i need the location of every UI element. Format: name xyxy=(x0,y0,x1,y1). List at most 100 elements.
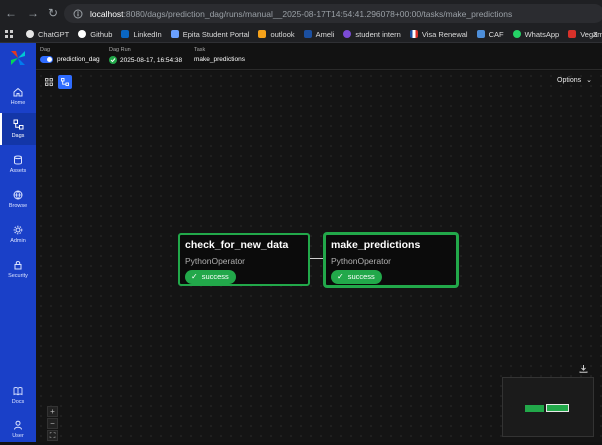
task-node-check-for-new-data[interactable]: check_for_new_data PythonOperator ✓ succe… xyxy=(178,233,310,286)
url-path: :8080/dags/prediction_dag/runs/manual__2… xyxy=(123,8,513,19)
outlook-icon xyxy=(258,30,267,38)
check-icon: ✓ xyxy=(191,272,198,281)
sidebar-item-home[interactable]: Home xyxy=(0,80,36,112)
sidebar-item-admin[interactable]: Admin xyxy=(0,218,36,250)
dag-run-label: Dag Run xyxy=(109,47,131,53)
bookmark-label: ChatGPT xyxy=(38,29,70,39)
github-icon xyxy=(78,30,87,38)
zoom-controls: + − ⛶ xyxy=(47,406,58,442)
bookmark-label: Github xyxy=(90,29,113,39)
airflow-logo-icon[interactable] xyxy=(9,49,27,67)
success-check-icon xyxy=(109,56,117,64)
bookmark-label: Vegamoveis xyxy=(580,29,602,39)
assets-icon xyxy=(14,155,22,164)
dag-link[interactable]: prediction_dag xyxy=(57,56,100,63)
dag-pause-toggle[interactable] xyxy=(40,56,53,63)
fit-view-button[interactable]: ⛶ xyxy=(47,430,58,441)
url-host: localhost xyxy=(90,8,124,19)
ameli-icon xyxy=(303,30,312,38)
forward-icon[interactable]: → xyxy=(24,4,42,22)
bookmark-label: Epita Student Portal xyxy=(182,29,250,39)
student-intern-icon xyxy=(343,30,352,38)
sidebar-item-label: Dags xyxy=(11,133,25,139)
status-badge: ✓ success xyxy=(331,269,382,284)
caf-icon xyxy=(476,30,485,38)
status-badge-label: success xyxy=(201,272,229,281)
task-node-operator: PythonOperator xyxy=(331,256,392,266)
sidebar-item-label: Home xyxy=(10,99,26,106)
vegamoveis-icon xyxy=(568,30,577,38)
task-node-make-predictions[interactable]: make_predictions PythonOperator ✓ success xyxy=(324,233,458,287)
bookmarks-bar: ChatGPT Github LinkedIn Epita Student Po… xyxy=(0,26,602,43)
graph-view-icon[interactable] xyxy=(58,75,72,89)
sidebar: Home Dags Assets Browse Admin Security D… xyxy=(0,43,36,442)
bookmark-ameli[interactable]: Ameli xyxy=(303,29,335,39)
address-bar[interactable]: localhost:8080/dags/prediction_dag/runs/… xyxy=(64,4,602,23)
breadcrumb-dag: Dag prediction_dag xyxy=(40,47,100,63)
bookmark-label: outlook xyxy=(270,29,295,39)
sidebar-item-label: User xyxy=(12,432,24,439)
book-icon xyxy=(13,386,23,395)
sidebar-item-security[interactable]: Security xyxy=(0,253,36,285)
bookmark-label: LinkedIn xyxy=(133,29,162,39)
sidebar-item-label: Assets xyxy=(9,167,27,174)
bookmark-whatsapp[interactable]: WhatsApp xyxy=(512,29,560,39)
grid-view-icon[interactable] xyxy=(42,75,56,89)
linkedin-icon xyxy=(121,30,130,38)
bookmark-visa[interactable]: Visa Renewal xyxy=(409,30,468,39)
gear-icon xyxy=(13,225,23,234)
user-icon xyxy=(14,420,22,430)
sidebar-item-label: Admin xyxy=(10,237,26,244)
status-badge: ✓ success xyxy=(185,269,236,284)
options-dropdown[interactable]: Options ⌄ xyxy=(557,76,592,85)
zoom-in-button[interactable]: + xyxy=(47,406,58,417)
bookmark-caf[interactable]: CAF xyxy=(476,29,504,39)
breadcrumb-task: Task make_predictions xyxy=(194,47,245,63)
site-info-icon[interactable] xyxy=(72,8,84,20)
dags-icon xyxy=(13,119,23,130)
bookmark-overflow[interactable]: Z xyxy=(593,30,598,39)
back-icon[interactable]: ← xyxy=(2,4,20,22)
bookmark-outlook[interactable]: outlook xyxy=(258,29,295,39)
task-header: Dag prediction_dag Dag Run 2025-08-17, 1… xyxy=(36,43,602,70)
chevron-down-icon: ⌄ xyxy=(586,77,592,84)
sidebar-item-label: Browse xyxy=(8,202,28,209)
sidebar-item-assets[interactable]: Assets xyxy=(0,148,36,180)
whatsapp-icon xyxy=(512,30,521,38)
bookmark-label: Ameli xyxy=(315,29,335,39)
graph-minimap[interactable] xyxy=(502,377,594,437)
download-icon[interactable] xyxy=(579,364,588,375)
reload-icon[interactable]: ↻ xyxy=(44,4,62,22)
browse-icon xyxy=(13,190,23,200)
bookmark-linkedin[interactable]: LinkedIn xyxy=(121,29,162,39)
options-label: Options xyxy=(557,76,582,84)
status-badge-label: success xyxy=(347,272,375,281)
bookmark-label: student intern xyxy=(355,29,401,39)
sidebar-item-docs[interactable]: Docs xyxy=(0,379,36,411)
bookmark-label: CAF xyxy=(488,29,504,39)
graph-canvas[interactable]: Options ⌄ check_for_new_data PythonOpera… xyxy=(36,71,602,442)
sidebar-item-browse[interactable]: Browse xyxy=(0,183,36,215)
lock-icon xyxy=(14,260,22,269)
bookmark-label: Z xyxy=(593,29,598,39)
zoom-out-button[interactable]: − xyxy=(47,418,58,429)
epita-icon xyxy=(170,30,179,38)
bookmark-github[interactable]: Github xyxy=(78,30,112,39)
sidebar-item-label: Security xyxy=(8,272,28,279)
task-link[interactable]: make_predictions xyxy=(194,56,245,63)
dependency-edge xyxy=(310,258,325,259)
dag-run-link[interactable]: 2025-08-17, 16:54:38 xyxy=(120,57,182,64)
sidebar-item-user[interactable]: User xyxy=(0,413,36,445)
apps-icon[interactable] xyxy=(5,29,14,39)
bookmark-label: WhatsApp xyxy=(524,29,560,39)
bookmark-epita[interactable]: Epita Student Portal xyxy=(170,29,250,39)
chatgpt-icon xyxy=(26,30,34,38)
sidebar-item-dags[interactable]: Dags xyxy=(0,113,36,145)
breadcrumb-dag-run: Dag Run 2025-08-17, 16:54:38 xyxy=(109,47,182,64)
bookmark-student-intern[interactable]: student intern xyxy=(343,29,401,39)
sidebar-item-label: Docs xyxy=(11,398,25,405)
dag-label: Dag xyxy=(40,47,51,53)
bookmark-chatgpt[interactable]: ChatGPT xyxy=(26,30,69,39)
check-icon: ✓ xyxy=(337,272,344,281)
task-label: Task xyxy=(194,47,206,53)
